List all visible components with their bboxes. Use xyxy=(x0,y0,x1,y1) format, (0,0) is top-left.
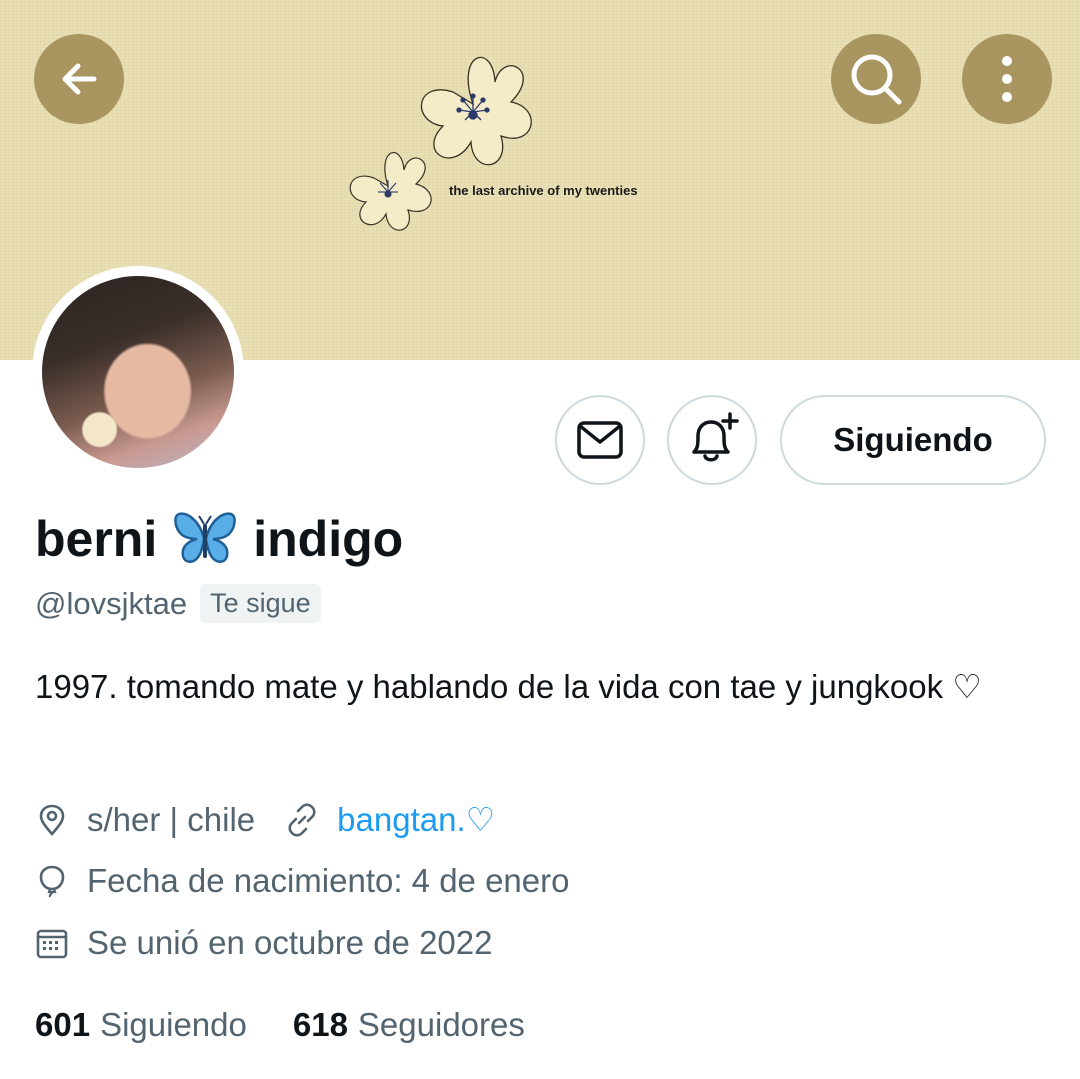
bell-plus-icon xyxy=(692,412,739,462)
following-stat[interactable]: 601 Siguiendo xyxy=(35,1006,247,1044)
followers-stat[interactable]: 618 Seguidores xyxy=(293,1006,525,1044)
display-name-last: indigo xyxy=(253,511,404,567)
birthday-text: Fecha de nacimiento: 4 de enero xyxy=(87,862,570,899)
butterfly-icon xyxy=(173,510,237,568)
search-icon xyxy=(851,54,902,105)
more-vertical-icon xyxy=(1002,56,1012,102)
search-button[interactable] xyxy=(831,34,921,124)
handle-row: @lovsjktae Te sigue xyxy=(35,584,321,623)
birthday-row: Fecha de nacimiento: 4 de enero xyxy=(35,862,569,900)
display-name: berni indigo xyxy=(35,510,403,568)
profile-link-text[interactable]: bangtan.♡ xyxy=(337,800,495,839)
following-button[interactable]: Siguiendo xyxy=(780,395,1046,485)
arrow-left-icon xyxy=(62,63,97,95)
followers-label: Seguidores xyxy=(357,1006,525,1043)
link-icon xyxy=(285,802,319,837)
message-button[interactable] xyxy=(555,395,645,485)
location-pin-icon xyxy=(35,803,69,837)
back-button[interactable] xyxy=(34,34,124,124)
follows-you-badge: Te sigue xyxy=(200,584,321,623)
following-count: 601 xyxy=(35,1006,91,1043)
profile-page: the last archive of my twenties Siguiend… xyxy=(0,0,1080,1079)
following-label: Siguiendo xyxy=(100,1006,247,1043)
joined-row: Se unió en octubre de 2022 xyxy=(35,924,493,962)
username-handle: @lovsjktae xyxy=(35,585,188,621)
banner-caption: the last archive of my twenties xyxy=(449,183,638,198)
mail-icon xyxy=(577,421,623,459)
avatar[interactable] xyxy=(32,266,244,478)
balloon-icon xyxy=(35,864,69,898)
avatar-photo xyxy=(42,276,234,468)
followers-count: 618 xyxy=(292,1006,348,1043)
profile-bio: 1997. tomando mate y hablando de la vida… xyxy=(35,668,982,705)
follow-stats: 601 Siguiendo 618 Seguidores xyxy=(35,1006,571,1044)
flower-illustration xyxy=(349,56,532,231)
joined-text: Se unió en octubre de 2022 xyxy=(87,924,493,961)
more-options-button[interactable] xyxy=(962,34,1052,124)
calendar-icon xyxy=(35,926,69,960)
display-name-first: berni xyxy=(35,511,158,567)
notifications-button[interactable] xyxy=(667,395,757,485)
location-text: s/her | chile xyxy=(87,800,256,838)
location-row: s/her | chile bangtan.♡ xyxy=(35,800,495,839)
profile-link[interactable]: bangtan.♡ xyxy=(285,800,495,839)
